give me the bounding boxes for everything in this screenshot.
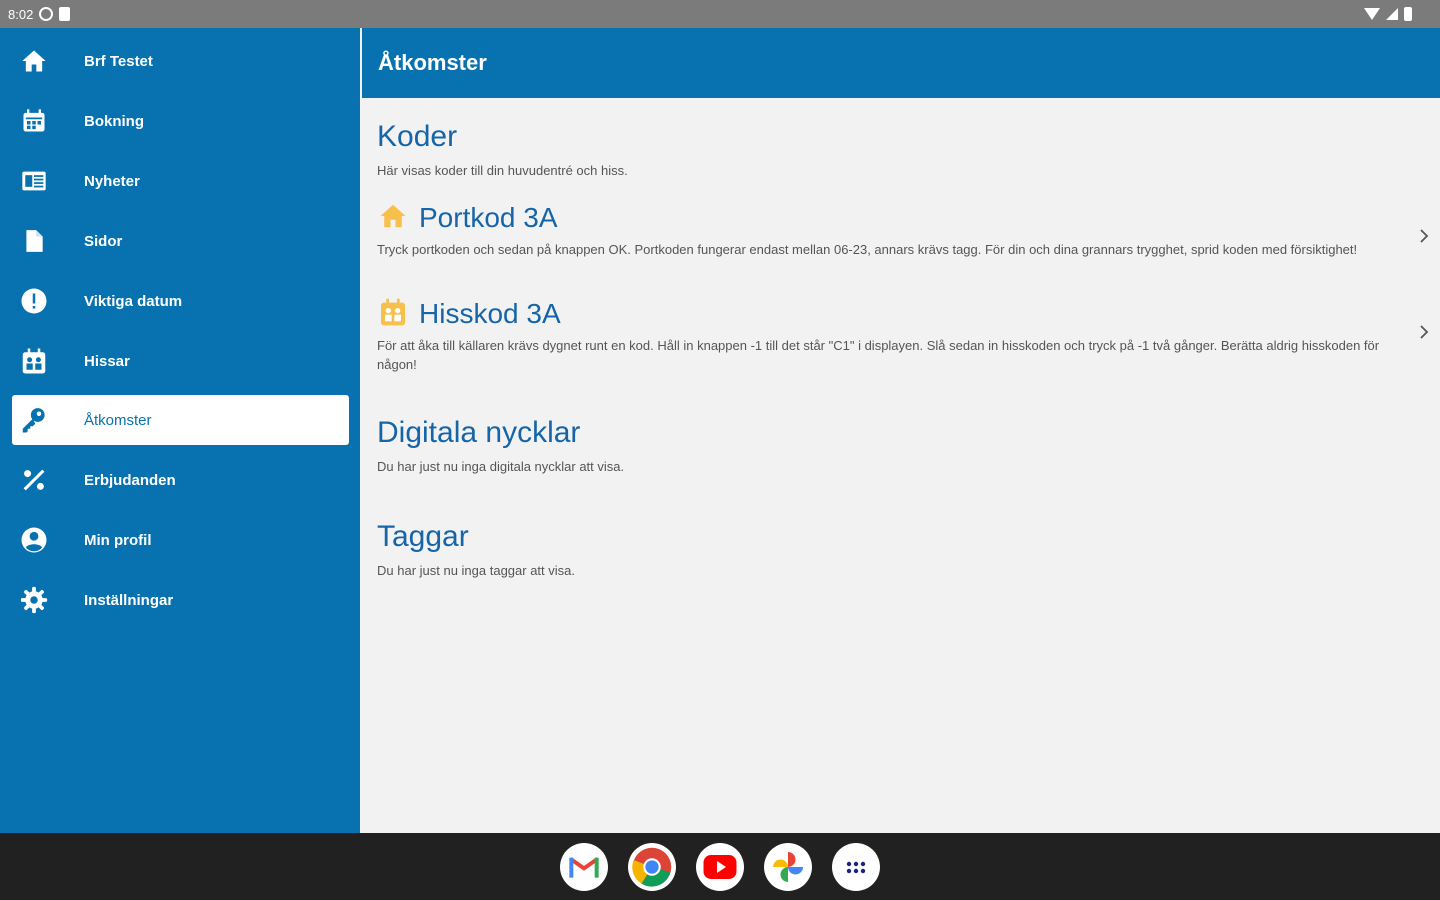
calendar-icon	[18, 105, 50, 137]
page-title: Åtkomster	[378, 50, 487, 75]
sidebar-item-atkomster[interactable]: Åtkomster	[12, 395, 349, 445]
home-icon	[377, 201, 409, 236]
sidebar-item-label: Hissar	[84, 352, 130, 370]
battery-icon	[1404, 7, 1412, 21]
section-subtitle-taggar: Du har just nu inga taggar att visa.	[377, 563, 576, 578]
taskbar	[0, 833, 1440, 900]
sidebar-item-min-profil[interactable]: Min profil	[12, 515, 349, 565]
sidebar-item-sidor[interactable]: Sidor	[12, 216, 349, 266]
sidebar-item-hissar[interactable]: Hissar	[12, 336, 349, 386]
code-title: Portkod 3A	[419, 202, 558, 233]
signal-icon	[1386, 8, 1398, 20]
sidebar-item-label: Åtkomster	[84, 411, 152, 429]
sidebar-item-label: Brf Testet	[84, 52, 153, 70]
photos-icon[interactable]	[764, 842, 812, 891]
chevron-right-icon	[1416, 324, 1432, 340]
code-description: Tryck portkoden och sedan på knappen OK.…	[377, 242, 1358, 257]
sidebar-item-label: Nyheter	[84, 172, 140, 190]
elevator-icon	[377, 296, 409, 333]
sidebar-item-label: Bokning	[84, 112, 144, 130]
sidebar-item-label: Sidor	[84, 232, 123, 250]
sidebar-item-label: Min profil	[84, 531, 152, 549]
document-icon	[18, 225, 50, 257]
percent-icon	[18, 464, 50, 496]
app-drawer-icon[interactable]	[832, 842, 880, 891]
wifi-icon	[1364, 8, 1380, 20]
sidebar-item-erbjudanden[interactable]: Erbjudanden	[12, 455, 349, 505]
sidebar-item-brf-testet[interactable]: Brf Testet	[12, 36, 349, 86]
sidebar: Brf Testet Bokning Nyheter Sidor Viktiga…	[0, 28, 360, 833]
sidebar-item-nyheter[interactable]: Nyheter	[12, 156, 349, 206]
main-content: Koder Här visas koder till din huvudentr…	[362, 98, 1440, 833]
sidebar-item-installningar[interactable]: Inställningar	[12, 575, 349, 625]
elevator-icon	[18, 345, 50, 377]
code-title: Hisskod 3A	[419, 298, 561, 329]
section-title-koder: Koder	[377, 120, 458, 153]
home-icon	[18, 45, 50, 77]
sidebar-item-label: Erbjudanden	[84, 471, 176, 489]
code-description: För att åka till källaren krävs dygnet r…	[377, 338, 1380, 372]
sidebar-item-label: Inställningar	[84, 591, 174, 609]
newspaper-icon	[18, 165, 50, 197]
code-item-portkod[interactable]: Portkod 3A Tryck portkoden och sedan på …	[377, 200, 1432, 259]
alert-circle-icon	[18, 285, 50, 317]
sidebar-item-viktiga-datum[interactable]: Viktiga datum	[12, 276, 349, 326]
gmail-icon[interactable]	[560, 842, 608, 891]
chrome-icon[interactable]	[628, 842, 676, 891]
sidebar-item-label: Viktiga datum	[84, 292, 183, 310]
section-title-digitala-nycklar: Digitala nycklar	[377, 416, 581, 449]
section-subtitle-koder: Här visas koder till din huvudentré och …	[377, 163, 628, 178]
section-subtitle-digitala-nycklar: Du har just nu inga digitala nycklar att…	[377, 459, 625, 474]
status-time: 8:02	[8, 6, 34, 22]
app-header: Åtkomster	[362, 28, 1440, 98]
account-icon	[18, 524, 50, 556]
code-item-hisskod[interactable]: Hisskod 3A För att åka till källaren krä…	[377, 296, 1432, 374]
gear-icon	[18, 584, 50, 616]
sd-card-icon	[59, 7, 71, 21]
section-title-taggar: Taggar	[377, 520, 469, 553]
status-bar: 8:02	[0, 0, 1440, 28]
sync-icon	[39, 7, 54, 21]
youtube-icon[interactable]	[696, 842, 744, 891]
key-icon	[18, 404, 50, 436]
chevron-right-icon	[1416, 228, 1432, 244]
sidebar-item-bokning[interactable]: Bokning	[12, 96, 349, 146]
